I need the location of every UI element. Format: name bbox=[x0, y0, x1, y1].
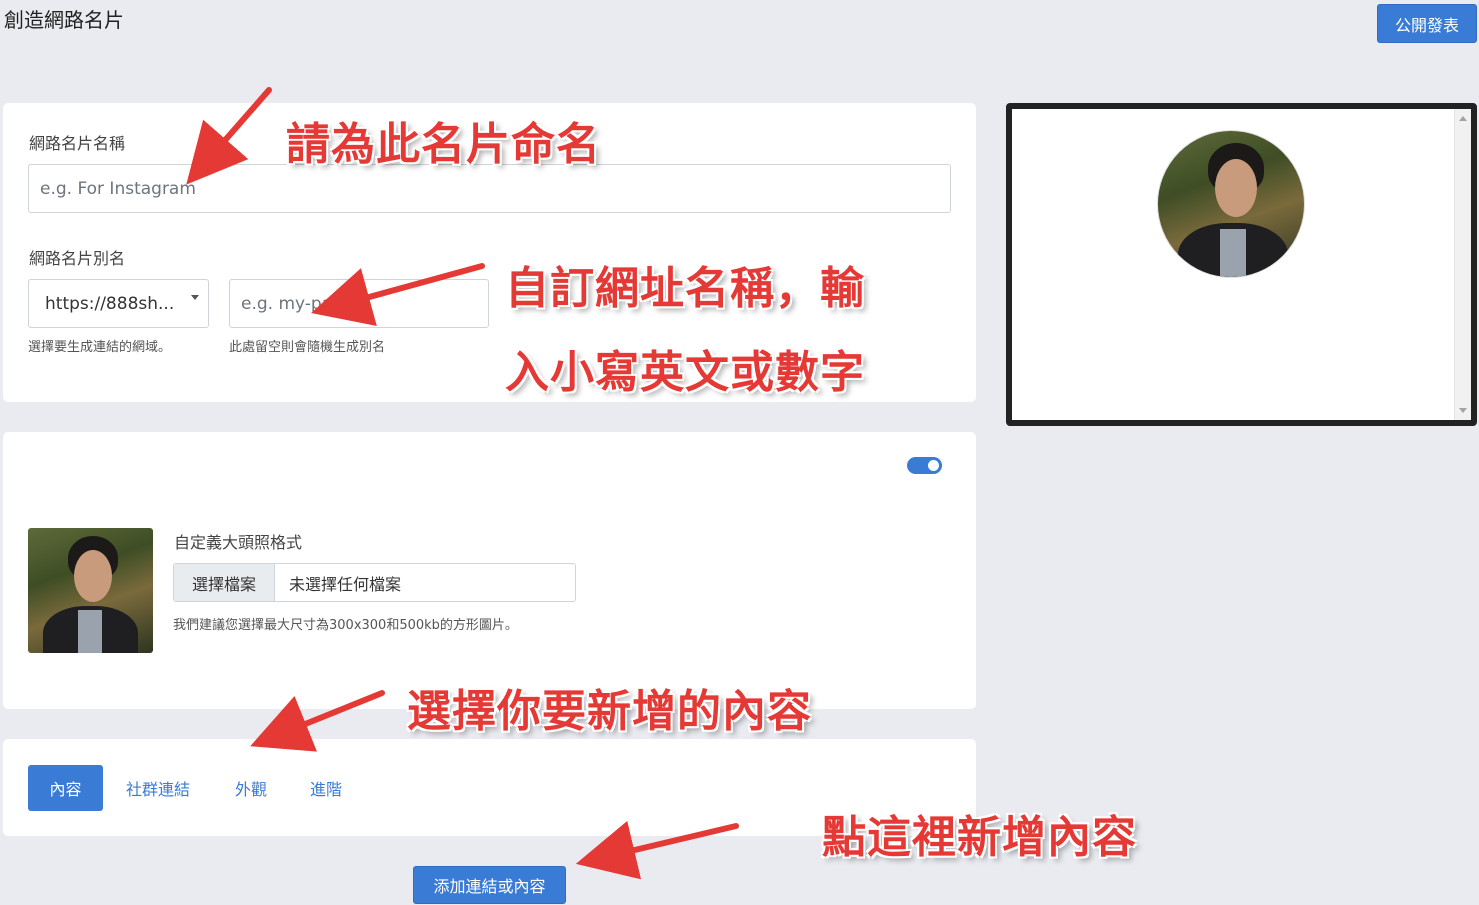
avatar-face-shape bbox=[74, 550, 112, 602]
domain-select[interactable]: https://888sh... bbox=[28, 279, 209, 328]
avatar-toggle-switch[interactable] bbox=[907, 457, 942, 474]
add-link-or-content-button[interactable]: 添加連結或內容 bbox=[413, 866, 566, 904]
scroll-down-arrow-icon[interactable] bbox=[1459, 408, 1467, 413]
choose-file-button[interactable]: 選擇檔案 bbox=[174, 564, 275, 601]
preview-avatar bbox=[1157, 130, 1305, 278]
annotation-slug-note-line2: 入小寫英文或數字 bbox=[505, 347, 865, 398]
tab-content[interactable]: 內容 bbox=[28, 765, 103, 811]
preview-face-shape bbox=[1215, 159, 1257, 217]
avatar-helper-text: 我們建議您選擇最大尺寸為300x300和500kb的方形圖片。 bbox=[173, 618, 518, 633]
preview-shirt-shape bbox=[1220, 229, 1246, 277]
avatar-file-picker[interactable]: 選擇檔案 未選擇任何檔案 bbox=[173, 563, 576, 602]
domain-helper-text: 選擇要生成連結的網域。 bbox=[28, 340, 172, 355]
avatar-shirt-shape bbox=[78, 610, 102, 653]
card-alias-label: 網路名片別名 bbox=[29, 249, 126, 268]
annotation-slug-note-line1: 自訂網址名稱，輸 bbox=[505, 263, 865, 314]
annotation-name-note: 請為此名片命名 bbox=[286, 119, 601, 170]
preview-scrollbar[interactable] bbox=[1454, 109, 1471, 420]
domain-select-value: https://888sh... bbox=[45, 293, 175, 314]
tab-appearance[interactable]: 外觀 bbox=[220, 765, 282, 811]
card-name-label: 網路名片名稱 bbox=[29, 134, 126, 153]
slug-helper-text: 此處留空則會隨機生成別名 bbox=[229, 340, 386, 355]
toggle-knob bbox=[928, 460, 939, 471]
chevron-down-icon bbox=[191, 295, 199, 300]
page-title: 創造網路名片 bbox=[4, 8, 124, 32]
card-preview-frame[interactable] bbox=[1006, 103, 1477, 426]
file-status-text: 未選擇任何檔案 bbox=[289, 574, 402, 594]
scroll-up-arrow-icon[interactable] bbox=[1459, 116, 1467, 121]
annotation-content-note: 選擇你要新增的內容 bbox=[407, 686, 812, 737]
tab-social-links[interactable]: 社群連結 bbox=[113, 765, 203, 811]
slug-input[interactable]: e.g. my-pag bbox=[229, 279, 489, 328]
tab-advanced[interactable]: 進階 bbox=[295, 765, 357, 811]
annotation-add-note: 點這裡新增內容 bbox=[822, 812, 1137, 863]
publish-button[interactable]: 公開發表 bbox=[1377, 4, 1477, 43]
avatar-format-label: 自定義大頭照格式 bbox=[174, 533, 303, 552]
avatar-thumbnail bbox=[28, 528, 153, 653]
